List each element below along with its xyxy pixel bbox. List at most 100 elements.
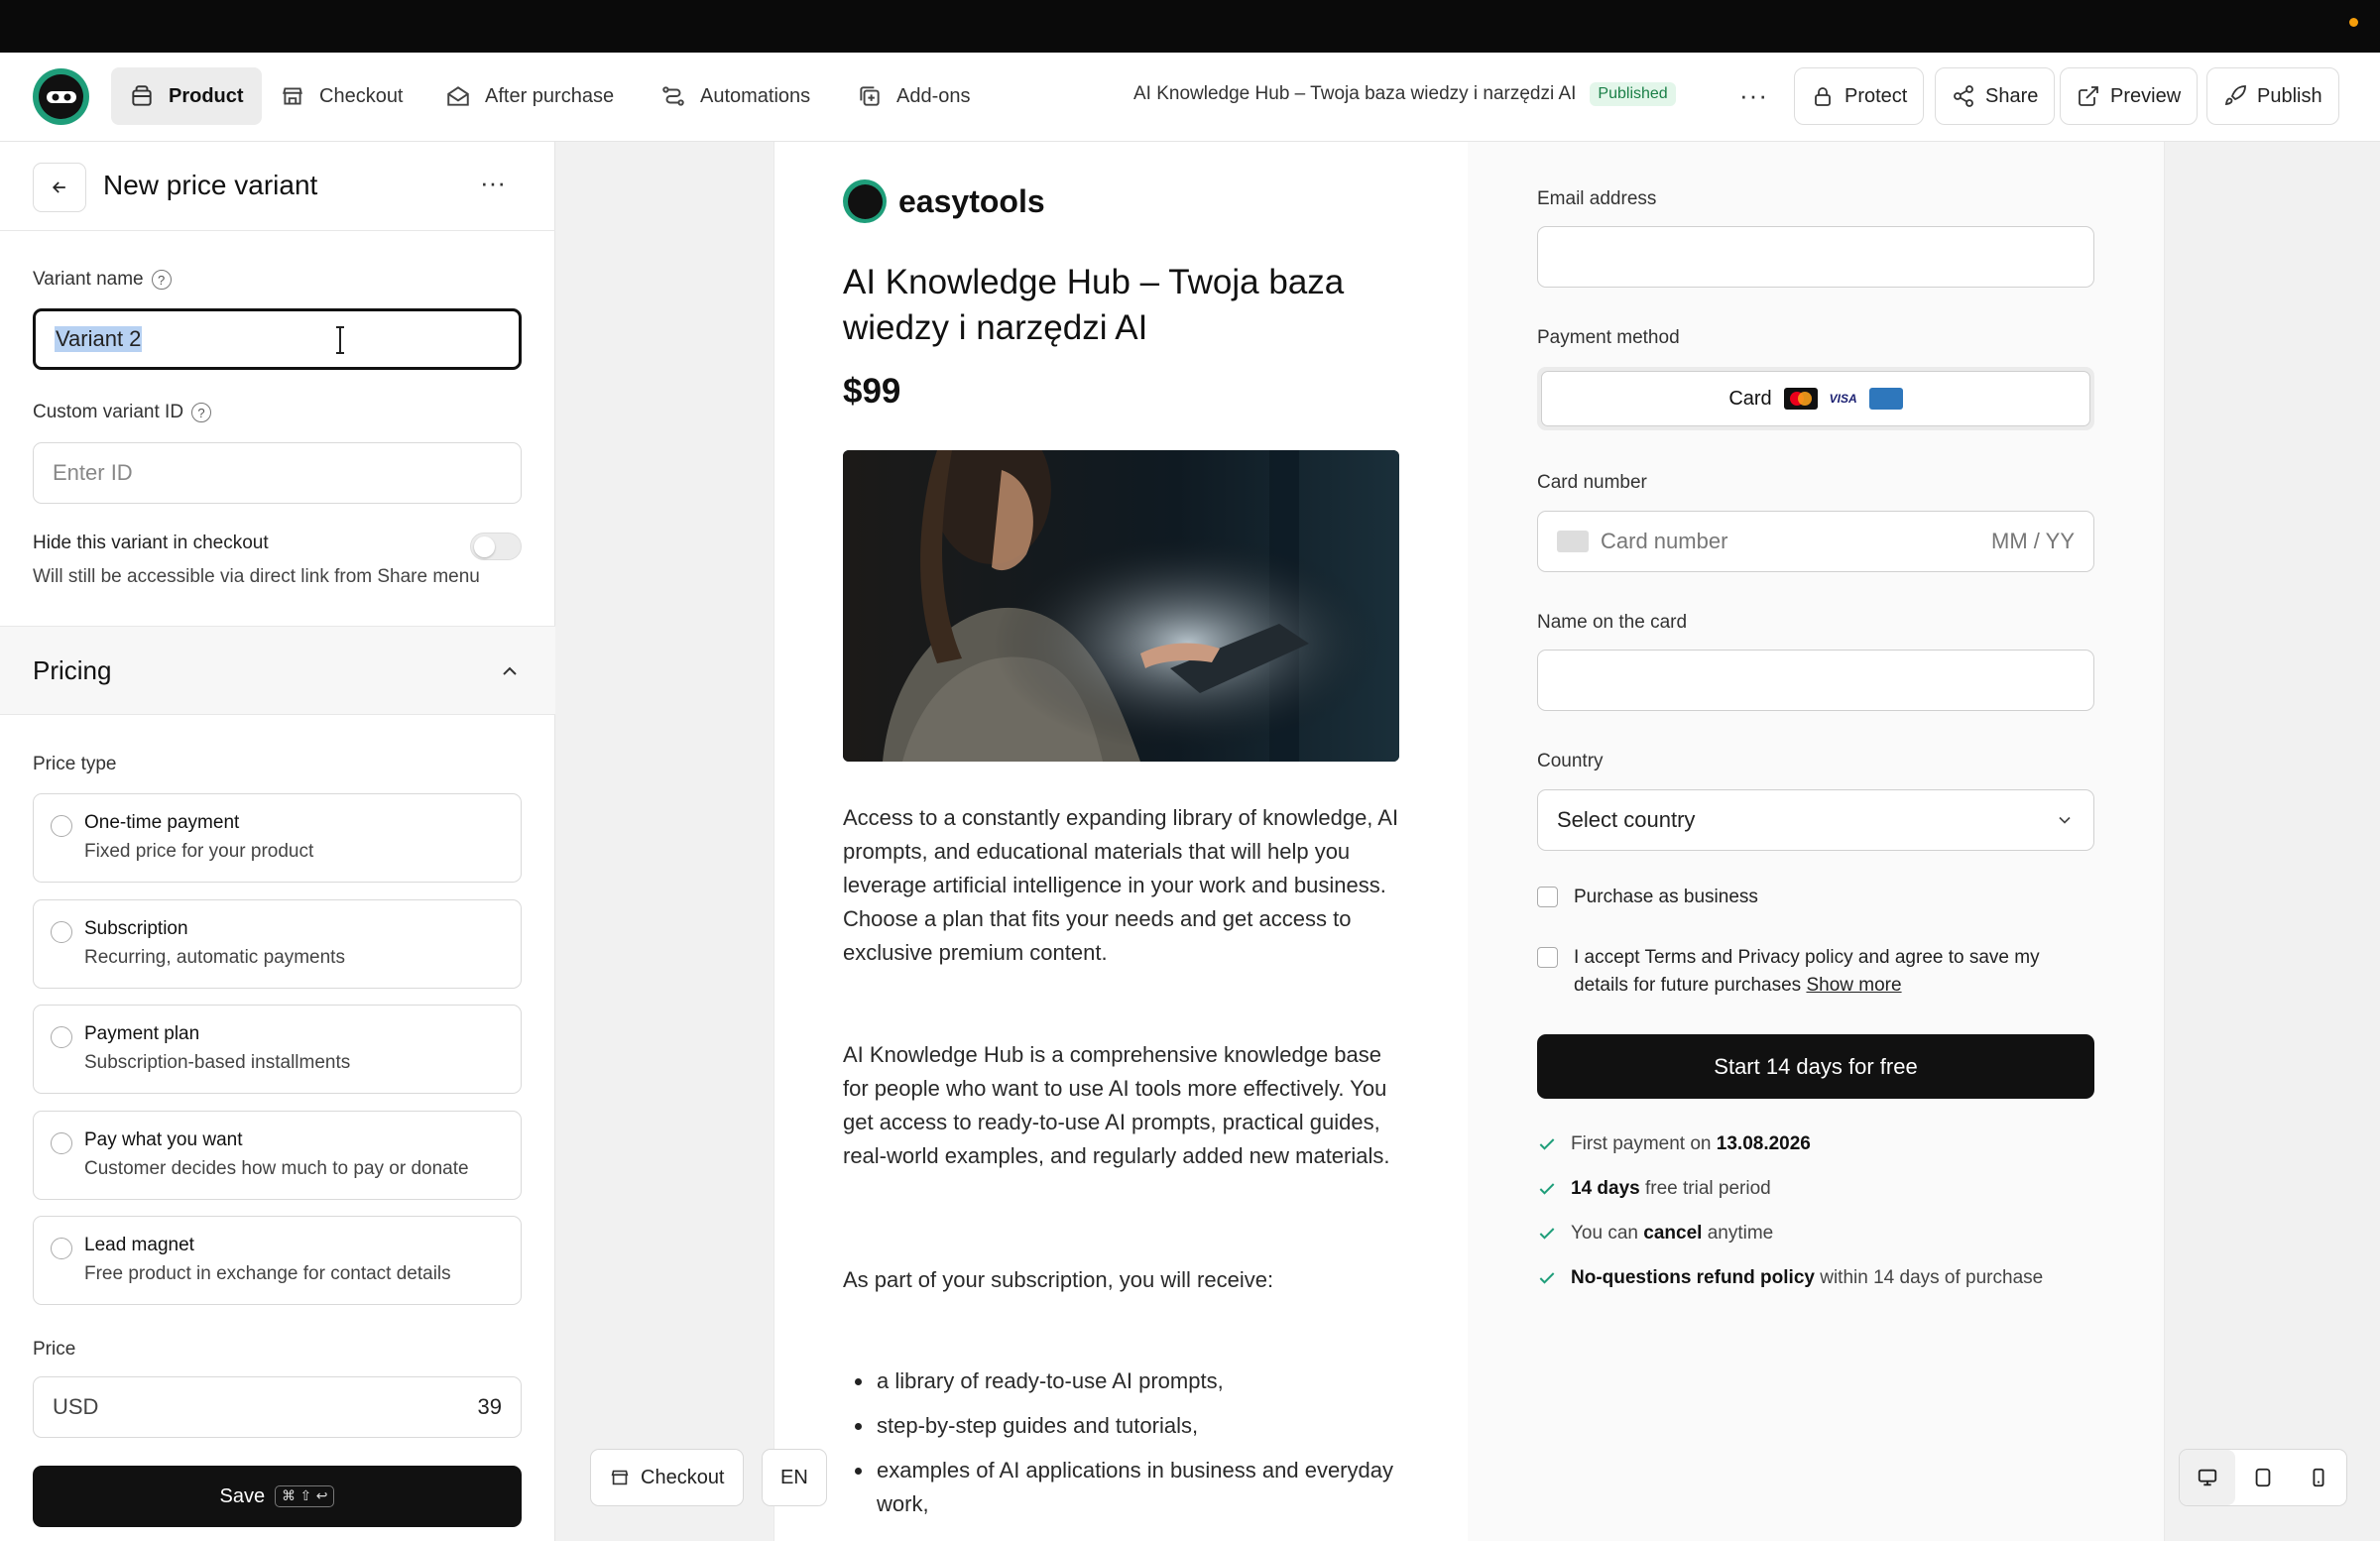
back-button[interactable] (33, 163, 86, 212)
card-number-field[interactable]: Card number MM / YY (1537, 511, 2094, 572)
mail-open-icon (447, 86, 469, 106)
panel-header: New price variant ··· (0, 142, 555, 231)
price-type-subscription[interactable]: Subscription Recurring, automatic paymen… (33, 899, 522, 989)
tab-product[interactable]: Product (111, 67, 262, 125)
custom-id-placeholder: Enter ID (53, 460, 133, 485)
benefit-item: No-questions refund policy within 14 day… (1537, 1267, 2043, 1289)
payment-method-label: Payment method (1537, 327, 1680, 348)
preview-price: $99 (843, 372, 901, 411)
mobile-view-button[interactable] (2291, 1450, 2346, 1505)
variant-name-label: Variant name ? (33, 269, 172, 291)
external-link-icon (2079, 86, 2098, 106)
hide-variant-label: Hide this variant in checkout (33, 533, 269, 553)
custom-id-input[interactable]: Enter ID (33, 442, 522, 504)
benefit-item: 14 days free trial period (1537, 1178, 1771, 1200)
variant-name-input[interactable]: Variant 2 (33, 308, 522, 370)
pricing-section-header[interactable]: Pricing (0, 626, 555, 715)
show-more-link[interactable]: Show more (1806, 975, 1901, 996)
mastercard-icon (1783, 388, 1818, 410)
plus-square-icon (860, 86, 880, 106)
business-checkbox[interactable] (1537, 887, 1558, 907)
price-type-pay-what-you-want[interactable]: Pay what you want Customer decides how m… (33, 1111, 522, 1200)
price-type-payment-plan[interactable]: Payment plan Subscription-based installm… (33, 1005, 522, 1094)
terms-row[interactable]: I accept Terms and Privacy policy and ag… (1537, 944, 2094, 1000)
tablet-view-button[interactable] (2235, 1450, 2291, 1505)
benefit-text: You can cancel anytime (1571, 1223, 1774, 1244)
radio-button[interactable] (51, 1132, 72, 1154)
price-type-one-time[interactable]: One-time payment Fixed price for your pr… (33, 793, 522, 883)
protect-button[interactable]: Protect (1794, 67, 1925, 125)
currency-select[interactable]: USD (53, 1394, 98, 1420)
tab-automations[interactable]: Automations (643, 67, 828, 125)
notification-dot (2349, 18, 2358, 27)
price-type-lead-magnet[interactable]: Lead magnet Free product in exchange for… (33, 1216, 522, 1305)
option-subtitle: Fixed price for your product (84, 841, 314, 862)
radio-button[interactable] (51, 1238, 72, 1259)
lock-icon (1815, 87, 1831, 106)
payment-method-selector[interactable]: Card VISA (1537, 367, 2094, 430)
share-icon (1954, 85, 1973, 107)
option-title: Payment plan (84, 1023, 200, 1044)
monitor-icon (2198, 1469, 2217, 1486)
radio-button[interactable] (51, 815, 72, 837)
preview-page-selector[interactable]: Checkout (590, 1449, 744, 1506)
purchase-as-business-row[interactable]: Purchase as business (1537, 884, 1758, 911)
name-on-card-field[interactable] (1537, 650, 2094, 711)
price-input[interactable]: USD 39 (33, 1376, 522, 1438)
workflow-icon (662, 86, 684, 106)
share-label: Share (1985, 84, 2039, 107)
preview-product-title: AI Knowledge Hub – Twoja baza wiedzy i n… (843, 263, 1345, 347)
email-field[interactable] (1537, 226, 2094, 288)
more-menu-button[interactable]: ··· (1739, 80, 1768, 111)
description-paragraph: AI Knowledge Hub is a comprehensive know… (843, 1042, 1390, 1168)
list-item: a library of ready-to-use AI prompts, (843, 1364, 1398, 1398)
radio-button[interactable] (51, 1026, 72, 1048)
system-bar (0, 0, 2380, 53)
preview-button[interactable]: Preview (2060, 67, 2199, 125)
panel-more-button[interactable]: ··· (480, 168, 506, 198)
tab-add-ons[interactable]: Add-ons (839, 67, 989, 125)
help-icon[interactable]: ? (151, 270, 172, 290)
language-selector[interactable]: EN (762, 1449, 827, 1506)
custom-id-label: Custom variant ID ? (33, 402, 212, 423)
top-navigation: Product Checkout After purchase Automati… (0, 53, 2380, 142)
protect-label: Protect (1844, 84, 1908, 107)
country-select[interactable]: Select country (1537, 789, 2094, 851)
check-icon (1539, 1228, 1555, 1240)
country-placeholder: Select country (1557, 807, 1696, 832)
credit-card-icon (1557, 531, 1589, 552)
benefit-text: No-questions refund policy within 14 day… (1571, 1267, 2044, 1288)
tab-checkout[interactable]: Checkout (262, 67, 421, 125)
option-title: One-time payment (84, 812, 240, 833)
language-label: EN (780, 1466, 808, 1488)
radio-button[interactable] (51, 921, 72, 943)
brand-name: easytools (898, 182, 1045, 219)
smartphone-icon (2313, 1468, 2324, 1487)
tab-after-purchase[interactable]: After purchase (427, 67, 632, 125)
check-icon (1539, 1272, 1555, 1284)
box-icon (132, 85, 152, 106)
chevron-up-icon (503, 666, 517, 675)
text-cursor-icon (336, 326, 344, 354)
visa-icon: VISA (1829, 392, 1857, 406)
save-button[interactable]: Save ⌘ ⇧ ↩ (33, 1466, 522, 1527)
amex-icon (1868, 388, 1903, 410)
publish-button[interactable]: Publish (2206, 67, 2339, 125)
check-icon (1539, 1183, 1555, 1195)
name-on-card-label: Name on the card (1537, 612, 1688, 633)
card-number-placeholder: Card number (1601, 529, 1728, 553)
expiry-placeholder[interactable]: MM / YY (1991, 529, 2075, 554)
desktop-view-button[interactable] (2180, 1450, 2235, 1505)
start-trial-button[interactable]: Start 14 days for free (1537, 1034, 2094, 1099)
hide-variant-toggle[interactable] (470, 533, 522, 560)
price-type-label: Price type (33, 754, 117, 774)
option-subtitle: Customer decides how much to pay or dona… (84, 1158, 469, 1179)
benefit-text: First payment on 13.08.2026 (1571, 1133, 1811, 1154)
tab-label: Add-ons (896, 84, 971, 107)
app-logo[interactable] (33, 68, 89, 125)
terms-checkbox[interactable] (1537, 947, 1558, 968)
help-icon[interactable]: ? (191, 403, 212, 422)
option-title: Lead magnet (84, 1235, 194, 1255)
share-button[interactable]: Share (1935, 67, 2056, 125)
payment-method-value: Card (1728, 387, 1772, 410)
